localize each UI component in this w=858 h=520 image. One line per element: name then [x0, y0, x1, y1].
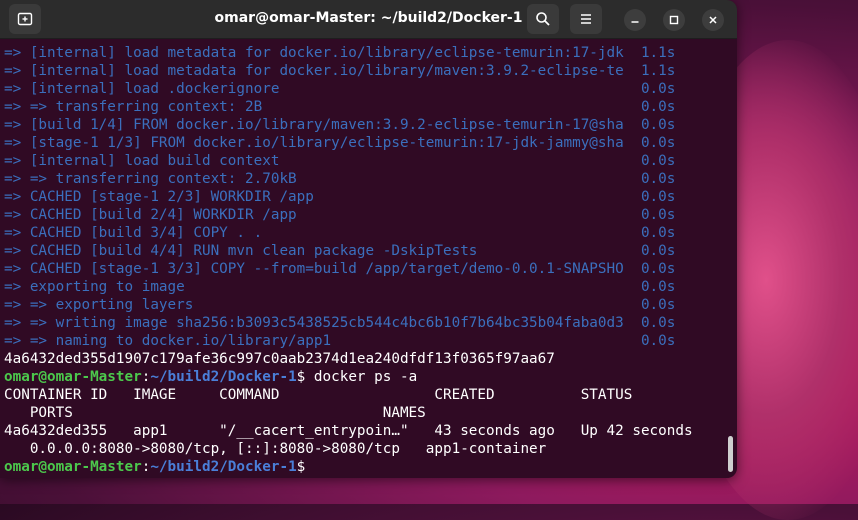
close-button[interactable]	[702, 9, 724, 31]
command-prompt-line: omar@omar-Master:~/build2/Docker-1$ dock…	[4, 368, 725, 386]
prompt-user-host: omar@omar-Master	[4, 369, 142, 385]
title-bar[interactable]: omar@omar-Master: ~/build2/Docker-1	[0, 0, 737, 39]
build-log-line: => CACHED [build 3/4] COPY . . 0.0s	[4, 225, 676, 241]
final-prompt-line[interactable]: omar@omar-Master:~/build2/Docker-1$	[4, 458, 725, 476]
ps-row-line: 0.0.0.0:8080->8080/tcp, [::]:8080->8080/…	[4, 441, 547, 457]
search-icon	[536, 12, 550, 26]
build-log-line: => [internal] load metadata for docker.i…	[4, 45, 676, 61]
ps-header-line: PORTS NAMES	[4, 405, 426, 421]
build-log-line: => => naming to docker.io/library/app1 0…	[4, 333, 676, 349]
prompt-dollar: $	[296, 369, 306, 385]
prompt-dollar: $	[296, 459, 306, 475]
entered-command: docker ps -a	[305, 369, 418, 385]
build-log-line: => [internal] load .dockerignore 0.0s	[4, 81, 676, 97]
build-log-line: => [stage-1 1/3] FROM docker.io/library/…	[4, 135, 676, 151]
prompt-user-host: omar@omar-Master	[4, 459, 142, 475]
scrollbar[interactable]	[728, 436, 733, 472]
image-hash-line: 4a6432ded355d1907c179afe36c997c0aab2374d…	[4, 351, 555, 367]
close-icon	[709, 16, 717, 24]
search-button[interactable]	[527, 4, 559, 34]
minimize-icon	[631, 21, 639, 23]
build-log-line: => CACHED [build 4/4] RUN mvn clean pack…	[4, 243, 676, 259]
ps-header-line: CONTAINER ID IMAGE COMMAND CREATED STATU…	[4, 387, 633, 403]
build-log-line: => CACHED [build 2/4] WORKDIR /app 0.0s	[4, 207, 676, 223]
prompt-path: ~/build2/Docker-1	[150, 459, 297, 475]
minimize-button[interactable]	[624, 9, 646, 31]
menu-button[interactable]	[570, 4, 602, 34]
build-log-line: => [internal] load build context 0.0s	[4, 153, 676, 169]
build-log-line: => => transferring context: 2.70kB 0.0s	[4, 171, 676, 187]
terminal-window[interactable]: omar@omar-Master: ~/build2/Docker-1 => […	[0, 0, 737, 478]
ps-row-line: 4a6432ded355 app1 "/__cacert_entrypoin…"…	[4, 423, 693, 439]
build-log-line: => CACHED [stage-1 3/3] COPY --from=buil…	[4, 261, 676, 277]
menu-icon	[581, 14, 591, 24]
maximize-icon	[669, 15, 679, 25]
build-log-line: => [internal] load metadata for docker.i…	[4, 63, 676, 79]
build-log-line: => exporting to image 0.0s	[4, 279, 676, 295]
prompt-path: ~/build2/Docker-1	[150, 369, 297, 385]
build-log-line: => [build 1/4] FROM docker.io/library/ma…	[4, 117, 676, 133]
build-log-line: => => writing image sha256:b3093c5438525…	[4, 315, 676, 331]
maximize-button[interactable]	[663, 9, 685, 31]
build-log-line: => => transferring context: 2B 0.0s	[4, 99, 676, 115]
build-log-line: => => exporting layers 0.0s	[4, 297, 676, 313]
terminal-output[interactable]: => [internal] load metadata for docker.i…	[0, 39, 725, 478]
build-log-line: => CACHED [stage-1 2/3] WORKDIR /app 0.0…	[4, 189, 676, 205]
